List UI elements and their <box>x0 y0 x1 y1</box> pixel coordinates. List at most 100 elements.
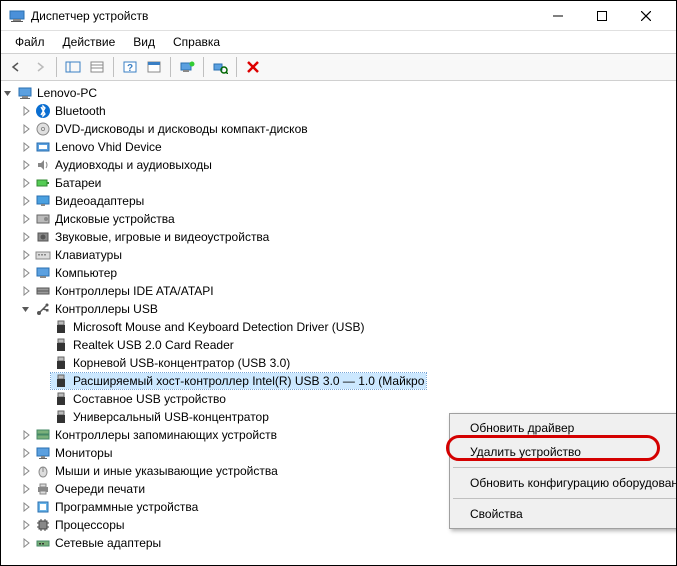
toolbar-separator <box>56 57 57 77</box>
expand-collapse-icon[interactable] <box>19 518 33 532</box>
tree-item-label: Корневой USB-концентратор (USB 3.0) <box>73 356 290 370</box>
properties-button[interactable] <box>86 56 108 78</box>
pc-icon <box>35 265 51 281</box>
tree-item-label: Lenovo-PC <box>37 86 97 100</box>
tree-item-label: Клавиатуры <box>55 248 122 262</box>
tree-category[interactable]: Контроллеры USB <box>1 300 676 318</box>
tree-item-label: Звуковые, игровые и видеоустройства <box>55 230 269 244</box>
tree-category[interactable]: DVD-дисководы и дисководы компакт-дисков <box>1 120 676 138</box>
tree-item-label: Realtek USB 2.0 Card Reader <box>73 338 234 352</box>
expand-collapse-icon[interactable] <box>19 428 33 442</box>
maximize-button[interactable] <box>580 1 624 30</box>
tree-item-label: Универсальный USB-концентратор <box>73 410 269 424</box>
toolbar-separator <box>203 57 204 77</box>
expand-collapse-icon[interactable] <box>19 284 33 298</box>
tree-item-label: Контроллеры IDE ATA/ATAPI <box>55 284 214 298</box>
update-driver-button[interactable] <box>176 56 198 78</box>
sound-icon <box>35 229 51 245</box>
tree-item-label: Программные устройства <box>55 500 198 514</box>
expand-collapse-icon[interactable] <box>19 482 33 496</box>
ctx-properties[interactable]: Свойства <box>452 502 676 526</box>
ctx-scan-hardware[interactable]: Обновить конфигурацию оборудовани <box>452 471 676 495</box>
uninstall-button[interactable] <box>242 56 264 78</box>
menu-view[interactable]: Вид <box>125 33 163 51</box>
minimize-button[interactable] <box>536 1 580 30</box>
title-bar: Диспетчер устройств <box>1 1 676 31</box>
menu-help[interactable]: Справка <box>165 33 228 51</box>
close-button[interactable] <box>624 1 668 30</box>
ctx-uninstall-device[interactable]: Удалить устройство <box>452 440 676 464</box>
menu-bar: Файл Действие Вид Справка <box>1 31 676 53</box>
scan-hardware-button[interactable] <box>209 56 231 78</box>
storage-icon <box>35 427 51 443</box>
tree-category[interactable]: Компьютер <box>1 264 676 282</box>
expand-collapse-icon[interactable] <box>19 248 33 262</box>
expand-collapse-icon[interactable] <box>19 212 33 226</box>
tree-category[interactable]: Видеоадаптеры <box>1 192 676 210</box>
expand-collapse-icon[interactable] <box>19 158 33 172</box>
expand-collapse-icon[interactable] <box>19 536 33 550</box>
battery-icon <box>35 175 51 191</box>
tree-root[interactable]: Lenovo-PC <box>1 84 676 102</box>
tree-item-label: Контроллеры USB <box>55 302 158 316</box>
tree-category[interactable]: Lenovo Vhid Device <box>1 138 676 156</box>
tree-item-label: Мыши и иные указывающие устройства <box>55 464 278 478</box>
cpu-icon <box>35 517 51 533</box>
tree-category[interactable]: Звуковые, игровые и видеоустройства <box>1 228 676 246</box>
window-controls <box>536 1 668 30</box>
ctx-update-driver[interactable]: Обновить драйвер <box>452 416 676 440</box>
tree-device[interactable]: Realtek USB 2.0 Card Reader <box>1 336 676 354</box>
tree-item-label: Процессоры <box>55 518 125 532</box>
tree-item-label: Контроллеры запоминающих устройств <box>55 428 277 442</box>
tree-container: Lenovo-PC Bluetooth DVD-дисководы и дисков… <box>1 81 676 565</box>
usbdev-icon <box>53 355 69 371</box>
expand-collapse-icon[interactable] <box>19 446 33 460</box>
menu-file[interactable]: Файл <box>7 33 53 51</box>
tree-category[interactable]: Bluetooth <box>1 102 676 120</box>
expand-collapse-icon[interactable] <box>19 230 33 244</box>
tree-category[interactable]: Дисковые устройства <box>1 210 676 228</box>
tree-device[interactable]: Microsoft Mouse and Keyboard Detection D… <box>1 318 676 336</box>
usbdev-icon <box>53 373 69 389</box>
tree-device[interactable]: Корневой USB-концентратор (USB 3.0) <box>1 354 676 372</box>
expand-collapse-icon[interactable] <box>19 122 33 136</box>
expand-collapse-icon[interactable] <box>19 302 33 316</box>
tree-category[interactable]: Сетевые адаптеры <box>1 534 676 552</box>
tree-item-label: Аудиовходы и аудиовыходы <box>55 158 212 172</box>
toolbar-separator <box>236 57 237 77</box>
expand-collapse-icon[interactable] <box>19 194 33 208</box>
app-icon <box>9 8 25 24</box>
expand-collapse-icon[interactable] <box>19 176 33 190</box>
tree-category[interactable]: Клавиатуры <box>1 246 676 264</box>
expand-collapse-icon[interactable] <box>19 500 33 514</box>
computer-icon <box>17 85 33 101</box>
expand-collapse-icon[interactable] <box>19 464 33 478</box>
show-hide-console-button[interactable] <box>62 56 84 78</box>
tree-device[interactable]: Расширяемый хост-контроллер Intel(R) USB… <box>1 372 676 390</box>
tree-item-label: Сетевые адаптеры <box>55 536 161 550</box>
usb-icon <box>35 301 51 317</box>
toolbar-separator <box>113 57 114 77</box>
menu-action[interactable]: Действие <box>55 33 124 51</box>
lenovo-icon <box>35 139 51 155</box>
expand-collapse-icon[interactable] <box>19 104 33 118</box>
forward-button[interactable] <box>29 56 51 78</box>
tree-category[interactable]: Батареи <box>1 174 676 192</box>
dvd-icon <box>35 121 51 137</box>
tree-category[interactable]: Аудиовходы и аудиовыходы <box>1 156 676 174</box>
ctx-separator <box>453 498 676 499</box>
properties-sheet-button[interactable] <box>143 56 165 78</box>
expand-collapse-icon[interactable] <box>19 266 33 280</box>
expand-collapse-icon[interactable] <box>1 86 15 100</box>
tree-item-label: Мониторы <box>55 446 112 460</box>
help-button[interactable]: ? <box>119 56 141 78</box>
tree-item-label: Bluetooth <box>55 104 106 118</box>
monitor-icon <box>35 445 51 461</box>
back-button[interactable] <box>5 56 27 78</box>
context-menu: Обновить драйвер Удалить устройство Обно… <box>449 413 676 529</box>
tree-device[interactable]: Составное USB устройство <box>1 390 676 408</box>
expand-collapse-icon[interactable] <box>19 140 33 154</box>
tree-category[interactable]: Контроллеры IDE ATA/ATAPI <box>1 282 676 300</box>
tree-item-label: Компьютер <box>55 266 117 280</box>
ctx-separator <box>453 467 676 468</box>
